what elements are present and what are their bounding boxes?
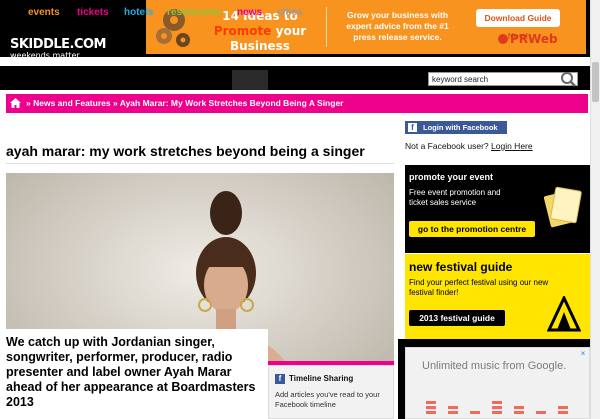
- promote-event-box: promote your event Free event promotion …: [405, 164, 590, 253]
- ad-headline-promote: Promote: [213, 24, 272, 38]
- equalizer-icon: [426, 401, 568, 414]
- site-logo[interactable]: SKIDDLE.COM: [10, 38, 107, 51]
- promote-text: Free event promotion and ticket sales se…: [409, 188, 501, 207]
- facebook-login-button[interactable]: f Login with Facebook: [405, 121, 507, 134]
- promote-heading: promote your event: [409, 172, 494, 182]
- search-input[interactable]: [429, 73, 557, 85]
- breadcrumb-section-link[interactable]: News and Features: [33, 98, 110, 108]
- ad-download-button[interactable]: Download Guide Now!: [476, 9, 560, 41]
- facebook-icon: f: [275, 374, 285, 384]
- timeline-sharing-box: f Timeline Sharing Add articles you've r…: [268, 365, 394, 419]
- article-title: ayah marar: my work stretches beyond bei…: [6, 143, 365, 159]
- ad-divider: [326, 7, 327, 47]
- breadcrumb-separator: »: [26, 98, 31, 108]
- facebook-note: Not a Facebook user? Login Here: [405, 141, 533, 152]
- festival-guide-button[interactable]: 2013 festival guide: [409, 310, 505, 326]
- timeline-title: Timeline Sharing: [289, 374, 354, 383]
- nav-item-cities[interactable]: cities: [277, 7, 303, 19]
- music-ad[interactable]: Unlimited music from Google. ×: [398, 339, 600, 419]
- tickets-icon: [543, 186, 582, 228]
- timeline-text: Add articles you've read to your Faceboo…: [275, 390, 380, 409]
- prweb-logo-icon: [498, 34, 508, 44]
- nav-item-hotels[interactable]: hotels: [124, 7, 153, 19]
- facebook-note-text: Not a Facebook user?: [405, 141, 489, 151]
- ad-brand: PRWeb: [498, 32, 558, 46]
- facebook-icon: f: [408, 123, 417, 132]
- nav-item-news[interactable]: news: [237, 7, 262, 19]
- promotion-centre-button[interactable]: go to the promotion centre: [409, 221, 535, 237]
- nav-active-highlight: [232, 70, 268, 90]
- festival-text: Find your perfect festival using our new…: [409, 278, 549, 297]
- music-ad-panel: Unlimited music from Google. ×: [405, 347, 590, 419]
- ad-body-text: Grow your business with expert advice fr…: [346, 10, 449, 42]
- music-ad-close-icon[interactable]: ×: [578, 349, 588, 359]
- login-here-link[interactable]: Login Here: [491, 141, 533, 151]
- home-icon[interactable]: [10, 98, 21, 108]
- ad-brand-label: PRWeb: [510, 32, 558, 46]
- nav-item-tickets[interactable]: tickets: [77, 7, 109, 19]
- tent-icon: [547, 296, 581, 332]
- nav-item-restaurants[interactable]: restaurants: [167, 7, 221, 19]
- breadcrumb-current: Ayah Marar: My Work Stretches Beyond Bei…: [119, 98, 344, 108]
- article-standfirst: We catch up with Jordanian singer, songw…: [6, 329, 268, 419]
- title-divider: [6, 163, 394, 164]
- scrollbar-thumb[interactable]: [592, 62, 599, 102]
- search-icon[interactable]: [556, 71, 578, 87]
- music-ad-text: Unlimited music from Google.: [422, 360, 567, 372]
- nav-item-events[interactable]: events: [28, 7, 60, 19]
- breadcrumb: » News and Features » Ayah Marar: My Wor…: [6, 94, 588, 113]
- festival-heading: new festival guide: [409, 260, 513, 274]
- facebook-login-label: Login with Facebook: [423, 123, 498, 132]
- festival-guide-box: new festival guide Find your perfect fes…: [405, 253, 590, 339]
- site-tagline: weekends matter: [10, 51, 80, 60]
- breadcrumb-separator: »: [112, 98, 118, 108]
